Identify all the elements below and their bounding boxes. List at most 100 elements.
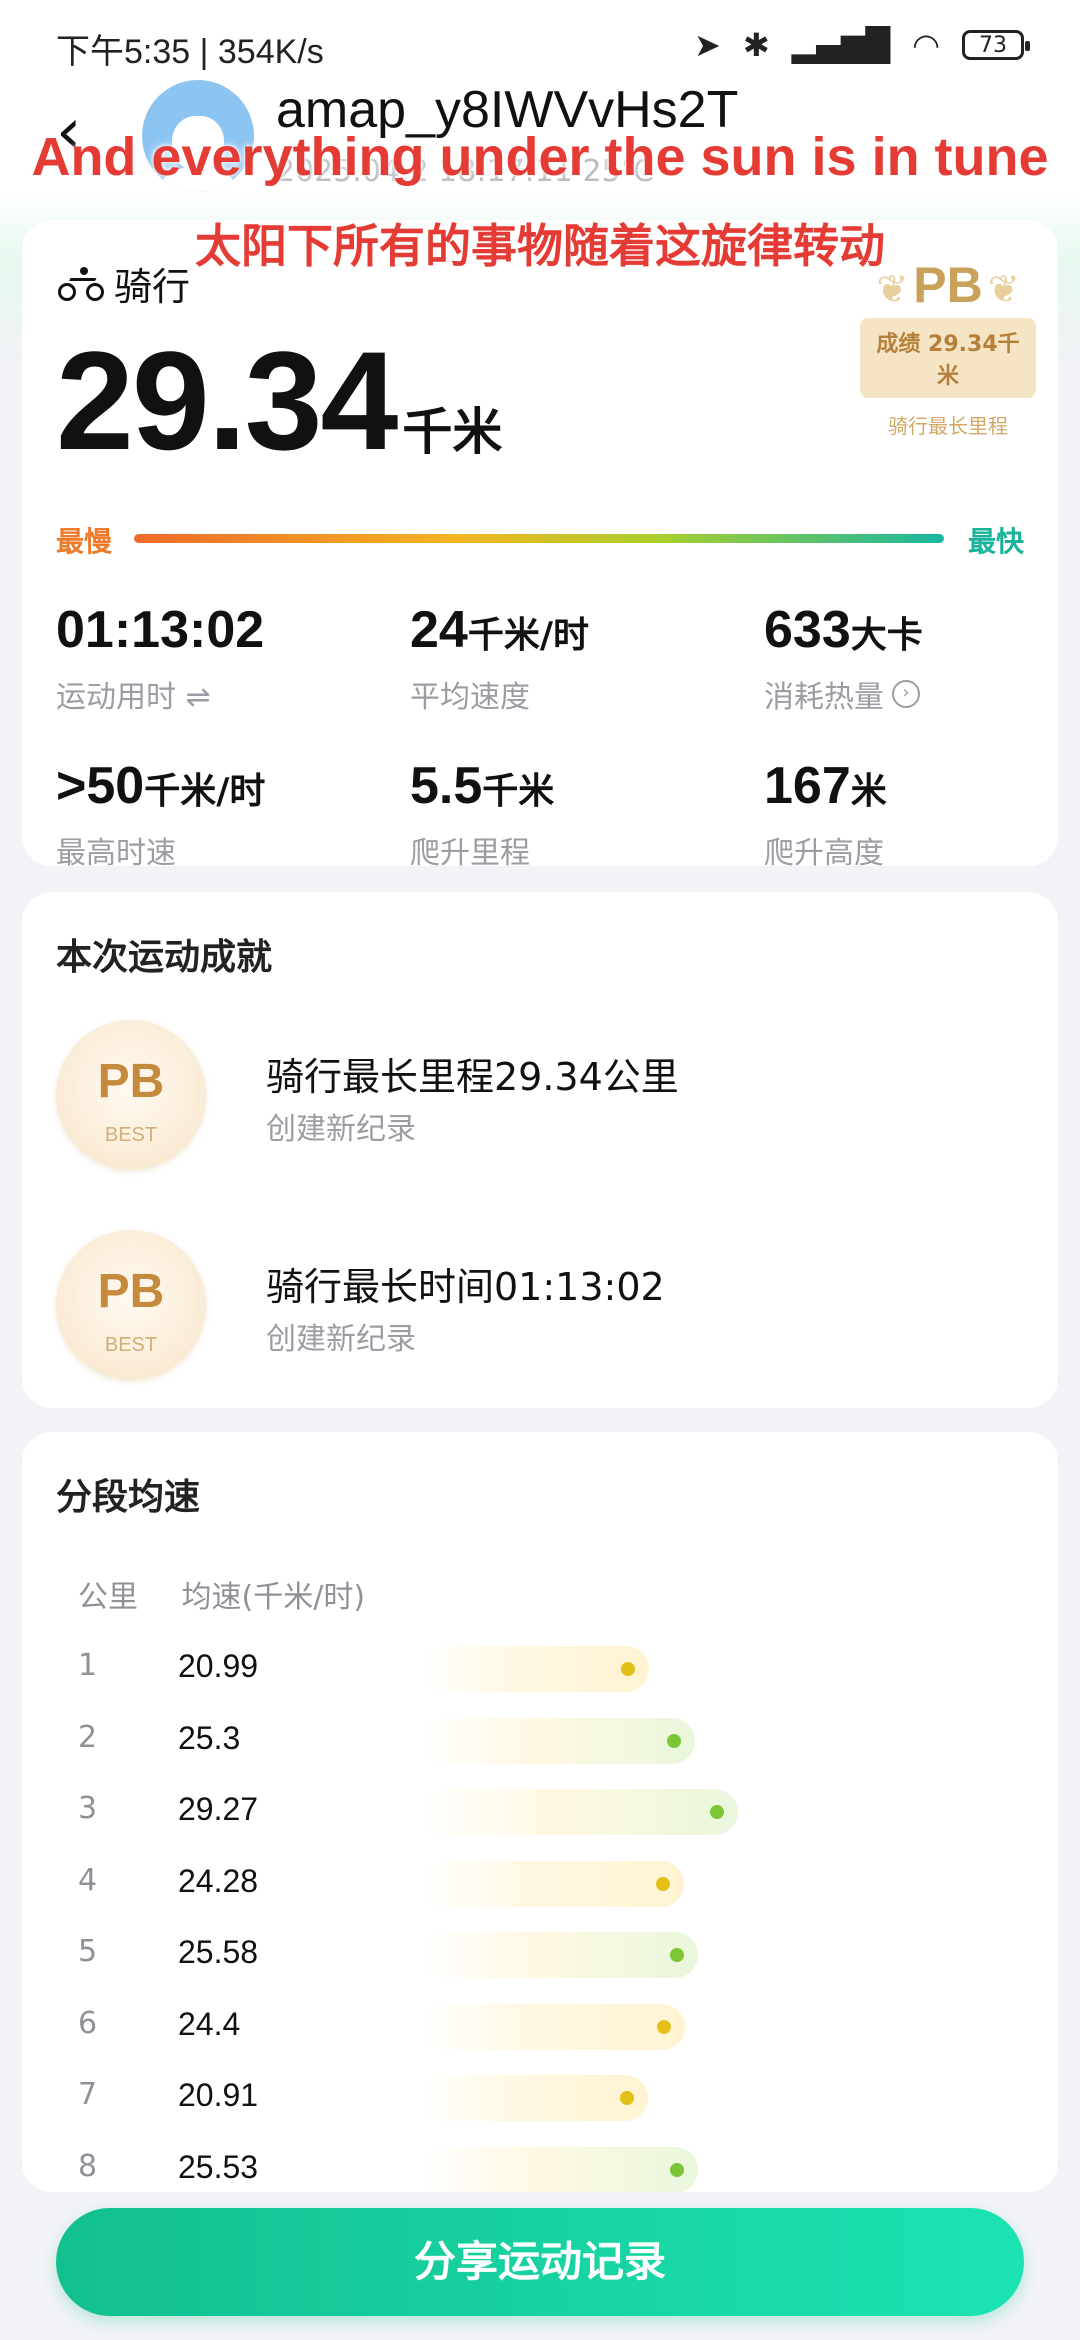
split-speed-dot [656, 1876, 671, 1891]
lyric-overlay-en: And everything under the sun is in tune [31, 127, 1049, 187]
distance-value: 29.34 [56, 322, 398, 479]
stat-label: 爬升高度 [764, 828, 1080, 872]
split-speed: 25.53 [178, 2148, 259, 2185]
split-row: 3 29.27 [78, 1781, 1038, 1841]
pb-note: 骑行最长里程 [888, 414, 1008, 438]
pb-medal-icon: PB BEST [56, 1230, 206, 1380]
achievements-title: 本次运动成就 [56, 937, 273, 978]
split-row: 5 25.58 [78, 1924, 1038, 1984]
stat-label: 消耗热量 › [764, 672, 1080, 716]
split-speed-bar [422, 2146, 698, 2192]
split-speed-dot [667, 1733, 682, 1748]
status-time: 下午5:35 | 354K/s [56, 33, 324, 71]
pb-badge[interactable]: ❦ PB ❦ 成绩 29.34千米 骑行最长里程 [860, 256, 1036, 439]
split-km: 2 [78, 1719, 98, 1755]
achievements-card: 本次运动成就 PB BEST 骑行最长里程29.34公里 创建新纪录 PB BE… [22, 892, 1058, 1408]
split-km: 7 [78, 2077, 98, 2112]
stat-label-text: 运动用时 ⇌ [56, 680, 211, 715]
achievement-item[interactable]: PB BEST 骑行最长里程29.34公里 创建新纪录 [56, 1020, 1016, 1180]
split-row: 8 25.53 [78, 2139, 1038, 2192]
split-speed-bar [422, 1860, 685, 1907]
stat-label-text: 最高时速 [56, 836, 176, 871]
split-speed: 20.99 [178, 1648, 259, 1684]
summary-card: 骑行 29.34 千米 ❦ PB ❦ 成绩 29.34千米 骑行最长里程 最慢 … [22, 220, 1058, 871]
pb-medal-icon: PB BEST [56, 1020, 206, 1170]
stat-duration[interactable]: 01:13:02 运动用时 ⇌ [56, 600, 386, 716]
split-km: 1 [78, 1648, 98, 1683]
split-km: 5 [78, 1934, 98, 1969]
stat-value: 633 [764, 601, 851, 659]
split-speed-bar [422, 1932, 699, 1978]
split-speed-bar [422, 2075, 648, 2121]
split-row: 6 24.4 [78, 1996, 1038, 2056]
split-speed: 29.27 [178, 1791, 259, 1827]
split-speed-dot [710, 1805, 724, 1819]
total-distance: 29.34 千米 [56, 320, 502, 482]
col-speed: 均速(千米/时) [181, 1580, 366, 1615]
split-row: 4 24.28 [78, 1853, 1038, 1913]
split-speed: 20.91 [178, 2077, 259, 2113]
split-speed: 24.4 [178, 2005, 241, 2042]
speed-scale: 最慢 最快 [56, 520, 1024, 560]
split-km: 6 [78, 2005, 98, 2041]
stat-value: 24 [410, 601, 468, 659]
stat-label-text: 爬升高度 [764, 836, 884, 871]
stat-climb-height: 167米 爬升高度 [764, 756, 1080, 872]
stat-label: 运动用时 ⇌ [56, 672, 386, 716]
achievement-item[interactable]: PB BEST 骑行最长时间01:13:02 创建新纪录 [56, 1230, 1016, 1390]
split-speed-dot [619, 2091, 634, 2105]
split-speed: 24.28 [178, 1862, 259, 1899]
split-row: 7 20.91 [78, 2067, 1038, 2127]
stat-calories[interactable]: 633大卡 消耗热量 › [764, 600, 1080, 716]
stat-value: 5.5 [410, 757, 483, 815]
split-speed-dot [670, 1948, 685, 1962]
stat-label-text: 平均速度 [410, 680, 530, 715]
split-speed-bar [422, 1646, 649, 1692]
stat-unit: 米 [850, 771, 887, 812]
stat-label: 平均速度 [410, 672, 740, 716]
wifi-icon: ◠ [912, 26, 940, 64]
stat-avg-speed: 24千米/时 平均速度 [410, 600, 740, 716]
pb-result: 成绩 29.34千米 [860, 318, 1036, 398]
split-km: 4 [78, 1862, 98, 1898]
medal-label: PB [97, 1265, 165, 1318]
stat-label-text: 爬升里程 [410, 836, 530, 871]
medal-label: PB [97, 1055, 165, 1108]
split-speed-bar [422, 1717, 696, 1764]
stat-unit: 千米 [482, 771, 555, 812]
medal-sublabel: BEST [104, 1334, 158, 1356]
splits-title: 分段均速 [56, 1477, 201, 1518]
stat-label: 最高时速 [56, 828, 386, 872]
split-km: 8 [78, 2148, 98, 2184]
split-speed: 25.58 [178, 1934, 259, 1970]
split-speed-dot [657, 2019, 672, 2034]
achievement-title: 骑行最长时间01:13:02 [266, 1265, 665, 1309]
distance-unit: 千米 [402, 403, 503, 461]
stat-value: >50 [56, 757, 145, 815]
share-button[interactable]: 分享运动记录 [56, 2208, 1024, 2316]
speed-fast-label: 最快 [967, 525, 1024, 558]
speed-gradient-bar [134, 534, 944, 543]
stat-climb-distance: 5.5千米 爬升里程 [410, 756, 740, 872]
achievement-subtitle: 创建新纪录 [266, 1112, 416, 1147]
split-row: 1 20.99 [78, 1638, 1038, 1698]
split-speed-bar [422, 2003, 686, 2050]
split-speed: 25.3 [178, 1719, 241, 1756]
splits-header: 公里 均速(千米/时) [78, 1572, 365, 1616]
split-speed-dot [669, 2162, 684, 2177]
location-icon: ➤ [694, 26, 721, 64]
stat-value: 167 [764, 757, 851, 815]
battery-icon: 73 [962, 30, 1030, 60]
achievement-subtitle: 创建新纪录 [266, 1322, 416, 1357]
chevron-right-icon[interactable]: › [892, 680, 920, 708]
stat-unit: 千米/时 [144, 771, 266, 812]
bluetooth-icon: ✱ [742, 26, 770, 64]
col-km: 公里 [78, 1580, 138, 1615]
splits-card: 分段均速 公里 均速(千米/时) 1 20.99 2 25.3 3 29.27 4 24.28… [22, 1432, 1058, 2192]
split-speed-bar [422, 1789, 738, 1835]
speed-slow-label: 最慢 [56, 525, 113, 558]
stat-label: 爬升里程 [410, 828, 740, 872]
split-row: 2 25.3 [78, 1710, 1038, 1770]
stat-unit: 大卡 [850, 615, 923, 656]
status-icons: ➤ ✱ ▂▄▆█ ◠ 73 [694, 26, 1030, 64]
